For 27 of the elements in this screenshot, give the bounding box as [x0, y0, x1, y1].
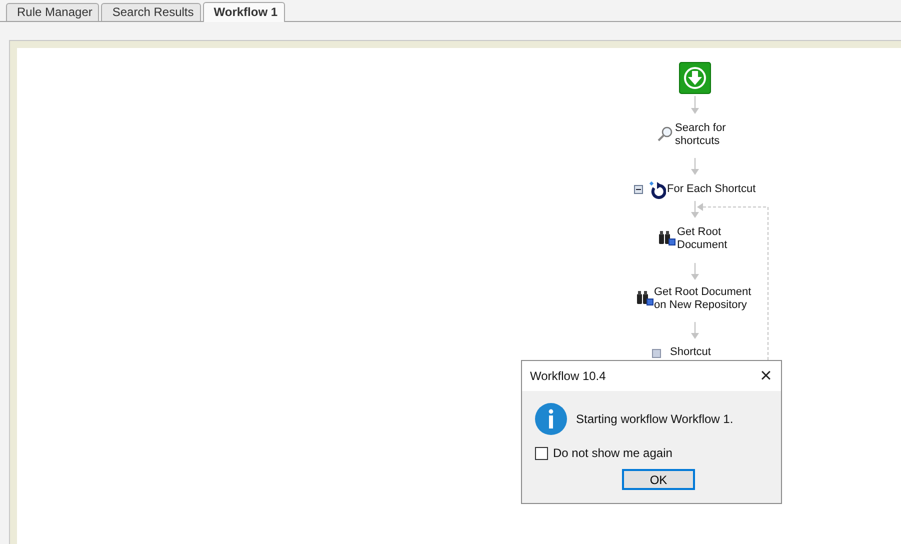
loop-icon — [649, 181, 666, 199]
binoculars-icon — [658, 230, 676, 247]
ok-button[interactable]: OK — [622, 469, 695, 490]
info-icon — [535, 403, 567, 435]
close-button[interactable]: × — [751, 361, 781, 391]
collapse-icon[interactable] — [634, 185, 643, 194]
magnifier-icon — [657, 126, 673, 142]
tab[interactable]: Rule Manager — [6, 3, 100, 21]
connector-arrow — [691, 322, 699, 339]
start-node-icon[interactable] — [679, 62, 711, 94]
item-icon — [652, 349, 662, 359]
dialog-title: Workflow 10.4 — [530, 369, 606, 383]
node-label: Shortcut — [670, 346, 712, 359]
tab[interactable]: Workflow 1 — [202, 2, 285, 22]
tab[interactable]: Search Results — [101, 3, 201, 21]
node-label: For Each Shortcut — [667, 183, 757, 196]
node-label: Search for shortcuts — [675, 122, 727, 148]
connector-arrow — [691, 96, 699, 114]
node-label: Get Root Document — [677, 226, 728, 252]
checkbox-label: Do not show me again — [553, 446, 672, 460]
node-label: Get Root Document on New Repository — [654, 286, 752, 312]
connector-arrow — [691, 201, 699, 218]
checkbox[interactable] — [535, 446, 548, 460]
connector-arrow — [691, 263, 699, 280]
binoculars-icon — [636, 290, 654, 307]
connector-arrow — [691, 158, 699, 175]
dialog-message: Starting workflow Workflow 1. — [576, 412, 734, 426]
